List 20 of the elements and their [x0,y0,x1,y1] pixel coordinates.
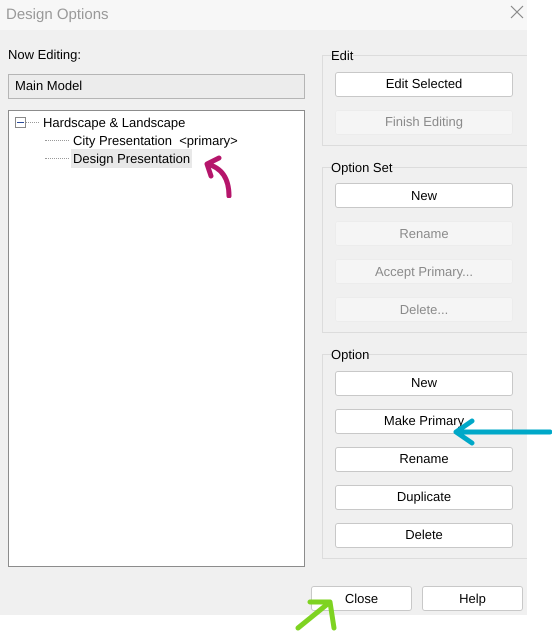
dialog-button[interactable]: Rename [335,446,513,472]
collapse-toggle[interactable] [15,117,26,128]
close-icon[interactable] [510,5,524,19]
window-title: Design Options [6,4,109,25]
dialog-button[interactable]: Help [422,586,523,611]
tree-item[interactable]: City Presentation <primary> [71,130,240,150]
group-title: Edit [331,47,354,65]
dialog-button[interactable]: New [335,183,513,208]
group-title: Option Set [331,158,392,177]
group-title: Option [331,346,370,364]
dialog-button[interactable]: Edit Selected [335,72,513,96]
dialog-button[interactable]: Close [311,586,412,611]
dialog-button[interactable]: Duplicate [335,484,513,510]
dialog-button[interactable]: Make Primary [335,408,513,434]
now-editing-field: Main Model [8,74,305,98]
tree-item[interactable]: Design Presentation [71,148,192,168]
field-label: Now Editing: [8,46,82,64]
dialog-button[interactable]: New [335,370,513,396]
tree-item[interactable]: Hardscape & Landscape [41,112,188,132]
dialog-button[interactable]: Delete [335,522,513,548]
